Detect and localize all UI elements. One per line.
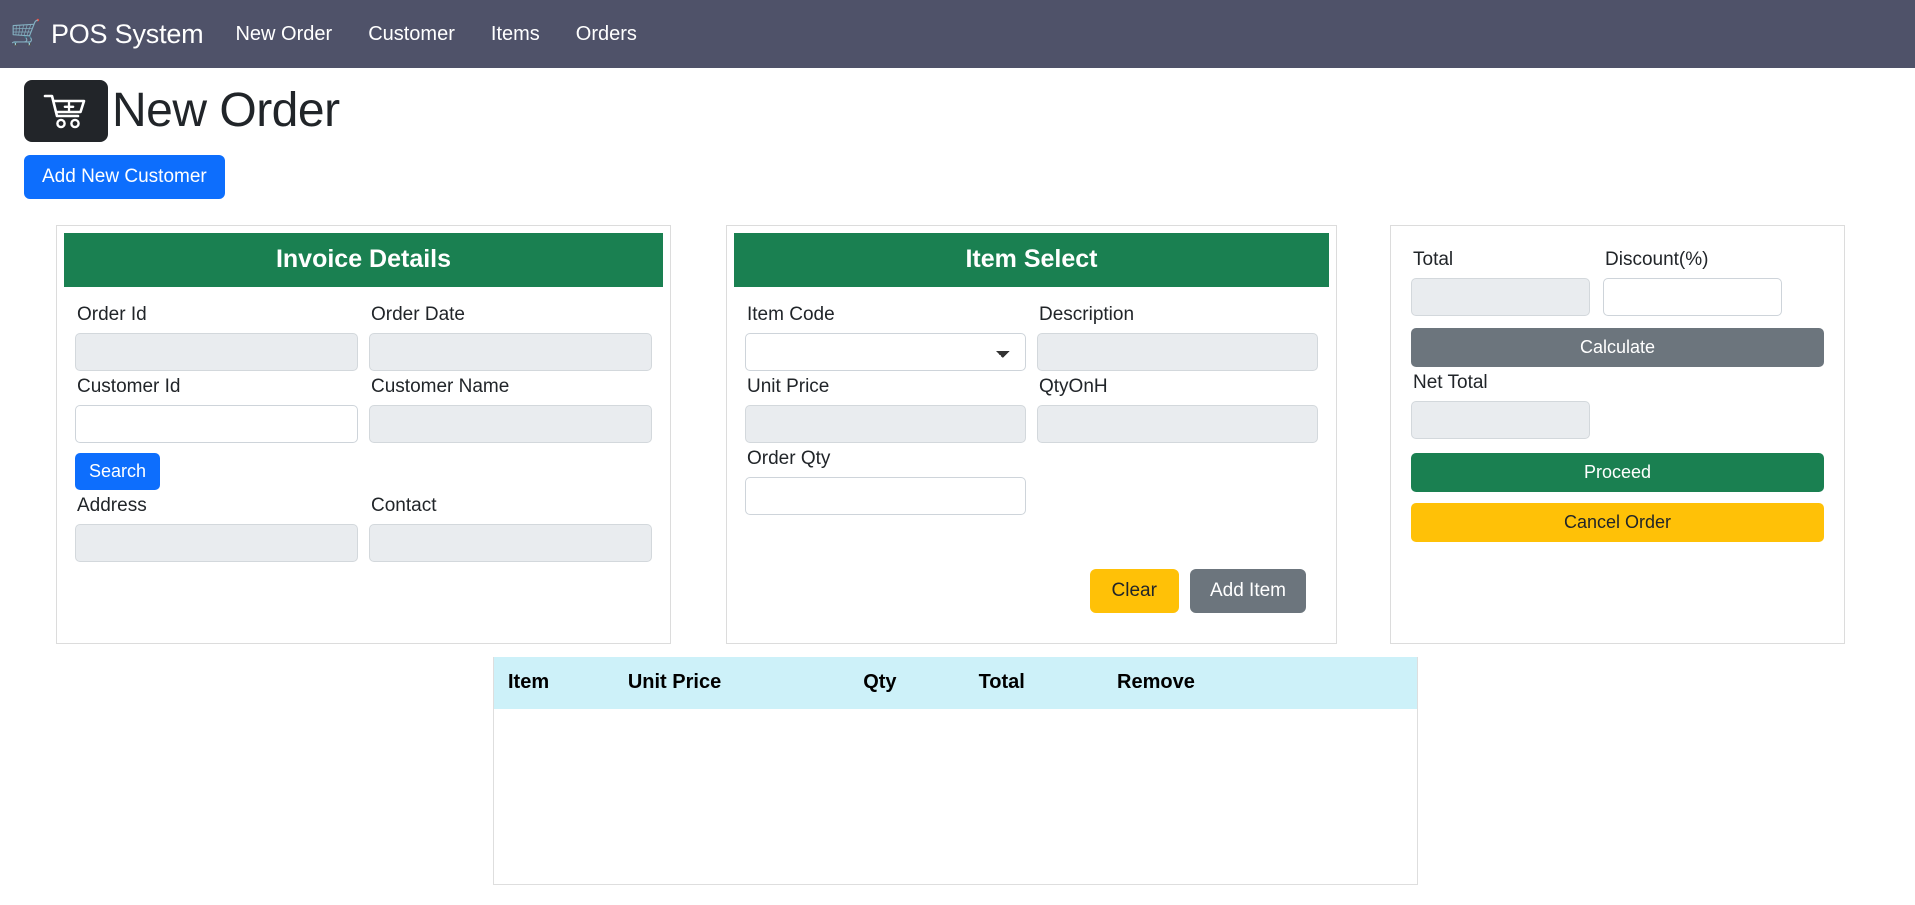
customer-name-input	[369, 404, 652, 443]
net-total-group: Net Total	[1411, 367, 1590, 439]
customer-id-group: Customer Id Search	[75, 371, 358, 490]
order-date-group: Order Date	[369, 299, 652, 371]
order-id-group: Order Id	[75, 299, 358, 371]
total-group: Total	[1411, 244, 1590, 316]
customer-row: Customer Id Search Customer Name	[75, 371, 652, 490]
top-navbar: 🛒 POS System New Order Customer Items Or…	[0, 0, 1915, 68]
brand-logo[interactable]: 🛒 POS System	[10, 18, 204, 50]
discount-input[interactable]	[1603, 277, 1782, 316]
unit-price-label: Unit Price	[747, 375, 830, 397]
cart-table-container: Item Unit Price Qty Total Remove	[493, 657, 1418, 885]
invoice-details-panel: Invoice Details Order Id Order Date Cust…	[56, 225, 671, 644]
nav-item-orders[interactable]: Orders	[576, 23, 637, 46]
search-customer-button[interactable]: Search	[75, 452, 161, 490]
cart-table-body	[494, 709, 1417, 879]
total-input	[1411, 277, 1590, 316]
page-header: New Order	[0, 68, 1915, 142]
item-action-buttons: Clear Add Item	[745, 515, 1318, 613]
address-input	[75, 523, 358, 562]
customer-name-label: Customer Name	[371, 375, 510, 397]
qty-on-hand-group: QtyOnH	[1037, 371, 1318, 443]
invoice-details-title: Invoice Details	[64, 233, 663, 287]
price-qty-row: Unit Price QtyOnH	[745, 371, 1318, 443]
description-label: Description	[1039, 304, 1135, 325]
cart-table-empty-row	[494, 709, 1417, 879]
order-id-input	[75, 332, 358, 371]
customer-id-label: Customer Id	[77, 375, 181, 397]
column-header-item: Item	[494, 657, 628, 709]
add-new-customer-button[interactable]: Add New Customer	[24, 155, 225, 199]
clear-button[interactable]: Clear	[1089, 568, 1179, 613]
nav-item-new-order[interactable]: New Order	[235, 23, 332, 46]
customer-id-input[interactable]	[75, 404, 358, 443]
cart-table: Item Unit Price Qty Total Remove	[494, 657, 1417, 879]
column-header-remove: Remove	[1117, 657, 1417, 709]
net-total-label: Net Total	[1413, 371, 1488, 393]
customer-name-group: Customer Name	[369, 371, 652, 490]
item-select-title: Item Select	[734, 233, 1329, 287]
item-code-select[interactable]	[745, 332, 1026, 371]
description-input	[1037, 332, 1318, 371]
item-code-label: Item Code	[747, 304, 835, 325]
column-header-qty: Qty	[863, 657, 979, 709]
nav-links: New Order Customer Items Orders	[235, 23, 636, 46]
add-item-button[interactable]: Add Item	[1189, 568, 1306, 613]
item-code-group: Item Code	[745, 299, 1026, 371]
contact-group: Contact	[369, 490, 652, 562]
description-group: Description	[1037, 299, 1318, 371]
contact-label: Contact	[371, 494, 437, 516]
total-label: Total	[1413, 249, 1454, 270]
address-group: Address	[75, 490, 358, 562]
page-title: New Order	[112, 84, 340, 137]
nav-item-customer[interactable]: Customer	[368, 23, 455, 46]
add-customer-wrap: Add New Customer	[0, 142, 1915, 199]
order-id-label: Order Id	[77, 304, 147, 325]
net-total-input	[1411, 400, 1590, 439]
shopping-cart-icon: 🛒	[10, 18, 41, 47]
brand-label: POS System	[50, 18, 204, 49]
invoice-details-body: Order Id Order Date Customer Id Search C…	[57, 287, 670, 580]
main-content-row: Invoice Details Order Id Order Date Cust…	[0, 199, 1915, 644]
item-select-panel: Item Select Item Code Description Unit P…	[726, 225, 1337, 644]
address-row: Address Contact	[75, 490, 652, 562]
cancel-order-button[interactable]: Cancel Order	[1411, 502, 1824, 542]
order-qty-label: Order Qty	[747, 447, 831, 469]
calculate-button[interactable]: Calculate	[1411, 327, 1824, 367]
item-select-body: Item Code Description Unit Price QtyOnH	[727, 287, 1336, 631]
cart-table-header-row: Item Unit Price Qty Total Remove	[494, 657, 1417, 709]
contact-input	[369, 523, 652, 562]
order-summary-panel: Total Discount(%) Calculate Net Total Pr…	[1390, 225, 1845, 644]
item-code-row: Item Code Description	[745, 299, 1318, 371]
total-discount-row: Total Discount(%)	[1411, 244, 1824, 316]
cart-table-head: Item Unit Price Qty Total Remove	[494, 657, 1417, 709]
order-date-input	[369, 332, 652, 371]
unit-price-input	[745, 404, 1026, 443]
discount-group: Discount(%)	[1603, 244, 1782, 316]
order-qty-input[interactable]	[745, 476, 1026, 515]
order-qty-spacer	[1037, 443, 1318, 515]
cart-plus-icon	[24, 80, 108, 142]
cart-table-empty-cell	[494, 709, 1417, 879]
column-header-total: Total	[978, 657, 1117, 709]
order-qty-row: Order Qty	[745, 443, 1318, 515]
proceed-button[interactable]: Proceed	[1411, 452, 1824, 492]
qty-on-hand-label: QtyOnH	[1039, 375, 1108, 397]
column-header-unit-price: Unit Price	[627, 657, 864, 709]
nav-item-items[interactable]: Items	[491, 23, 540, 46]
order-qty-group: Order Qty	[745, 443, 1026, 515]
qty-on-hand-input	[1037, 404, 1318, 443]
order-row: Order Id Order Date	[75, 299, 652, 371]
discount-label: Discount(%)	[1605, 249, 1709, 270]
order-date-label: Order Date	[371, 304, 465, 325]
unit-price-group: Unit Price	[745, 371, 1026, 443]
address-label: Address	[77, 494, 147, 516]
